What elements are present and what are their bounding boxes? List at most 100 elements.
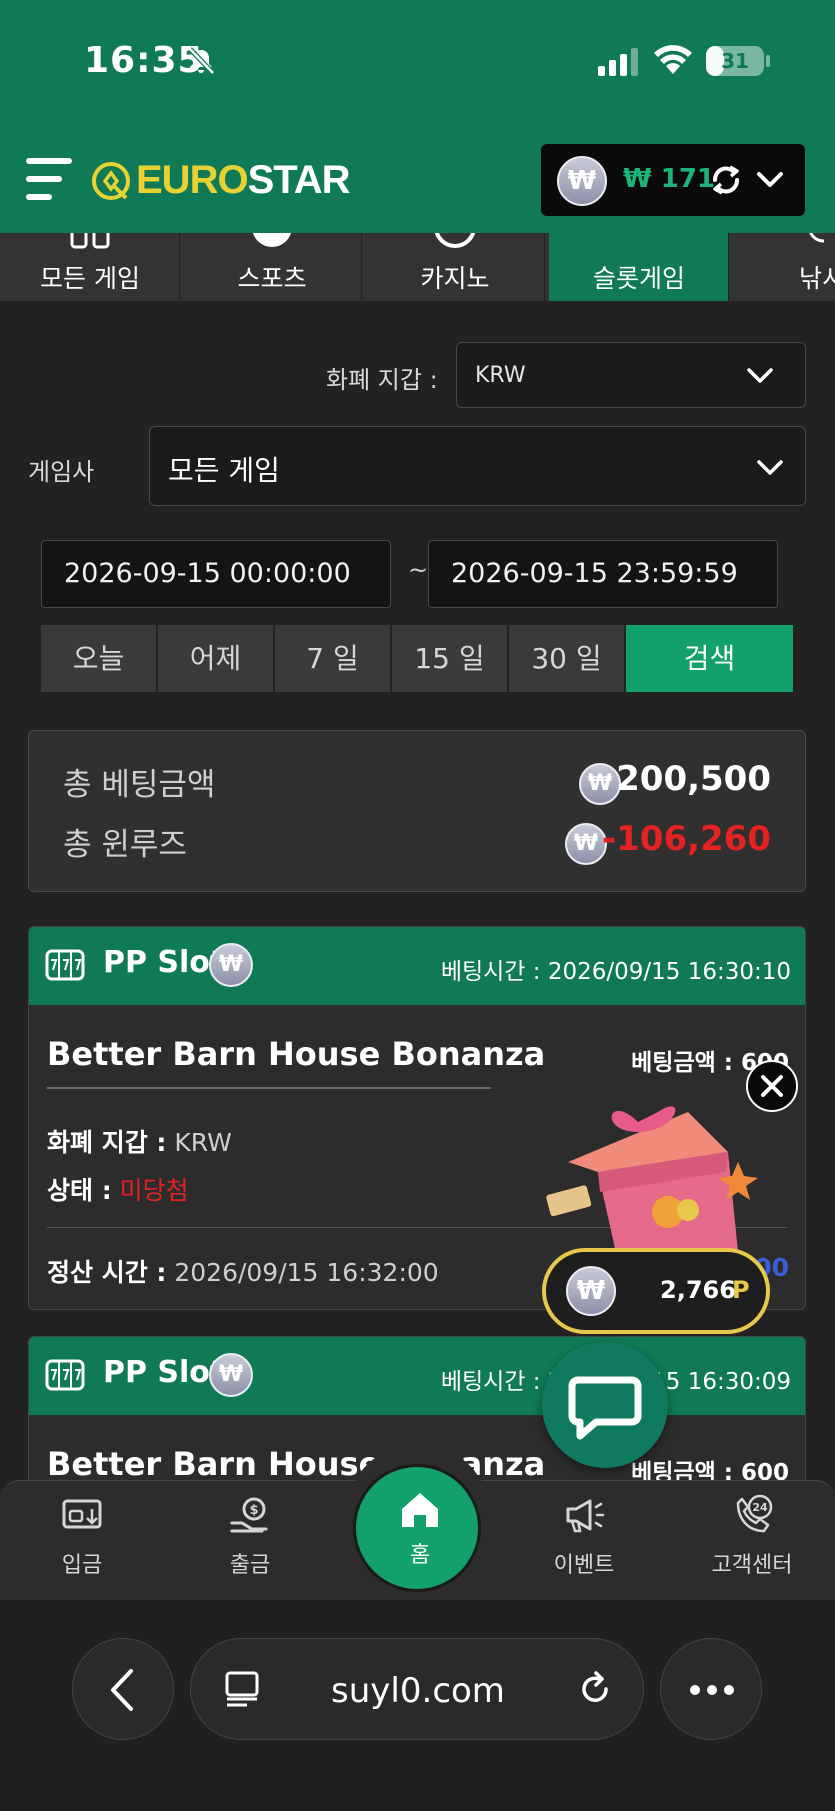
range-15days-button[interactable]: 15 일 <box>392 625 507 692</box>
wallet-amount: ₩ 171 <box>623 164 716 194</box>
tab-slots[interactable]: 슬롯게임 <box>549 233 729 301</box>
status-row: 상태 : 미당첨 <box>47 1171 189 1207</box>
tab-fishing[interactable]: 낚시 <box>732 233 835 301</box>
wallet-balance-button[interactable]: ₩ ₩ 171 <box>541 144 805 216</box>
total-winloss-value: -106,260 <box>602 819 771 859</box>
points-balance[interactable]: ₩ 2,766 P <box>542 1248 770 1334</box>
tab-label: 모든 게임 <box>40 264 140 293</box>
tab-label: 스포츠 <box>237 264 307 293</box>
logo-text-euro: EURO <box>136 158 249 202</box>
status-key: 상태 : <box>47 1176 112 1205</box>
browser-address-bar[interactable]: suyl0.com <box>190 1638 644 1740</box>
menu-line <box>26 158 72 164</box>
live-chat-button[interactable] <box>542 1342 668 1468</box>
menu-button[interactable] <box>26 156 74 202</box>
cellular-signal-icon <box>598 48 638 76</box>
range-7days-button[interactable]: 7 일 <box>275 625 390 692</box>
won-coin-icon: ₩ <box>566 1266 616 1316</box>
bet-card-header: PP Slot ₩ 베팅시간 : 2026/09/15 16:30:10 <box>29 927 805 1005</box>
search-button[interactable]: 검색 <box>626 625 793 692</box>
currency-wallet-value: KRW <box>475 363 526 388</box>
nav-event[interactable]: 이벤트 <box>514 1481 654 1601</box>
game-provider-value: 모든 게임 <box>168 454 280 487</box>
roulette-icon <box>434 233 475 248</box>
svg-text:$: $ <box>249 1503 258 1518</box>
withdraw-icon: $ <box>230 1497 268 1533</box>
slot-machine-icon <box>615 233 663 249</box>
battery-percent: 31 <box>721 49 749 73</box>
slot-777-icon <box>45 1359 85 1391</box>
range-today-button[interactable]: 오늘 <box>41 625 156 692</box>
menu-line <box>26 194 52 200</box>
bet-card-header: PP Slot ₩ 베팅시간 : 2026/09/15 16:30:09 <box>29 1337 805 1415</box>
wallet-row: 화폐 지갑 : KRW <box>47 1123 232 1159</box>
settle-value: 2026/09/15 16:32:00 <box>174 1258 439 1287</box>
close-promo-button[interactable] <box>746 1060 798 1112</box>
megaphone-icon <box>566 1499 605 1533</box>
nav-home[interactable]: 홈 <box>353 1464 481 1592</box>
nav-label: 고객센터 <box>711 1553 793 1578</box>
nav-label: 홈 <box>409 1543 431 1568</box>
bet-summary-panel: 총 베팅금액 ₩ 200,500 총 윈루즈 ₩ -106,260 <box>28 730 806 892</box>
support-badge: 24 <box>752 1501 768 1514</box>
nav-label: 입금 <box>61 1553 103 1578</box>
home-icon <box>402 1493 438 1527</box>
support-24h-icon: 24 <box>736 1494 773 1533</box>
ball-icon <box>252 233 291 247</box>
nav-support[interactable]: 24 고객센터 <box>682 1481 822 1601</box>
date-range-separator: ~ <box>408 556 429 584</box>
game-title: Better Barn House Bonanza <box>47 1035 546 1073</box>
browser-more-button[interactable] <box>660 1638 762 1740</box>
nav-withdraw[interactable]: $ 출금 <box>180 1481 320 1601</box>
total-bet-value: 200,500 <box>616 759 771 799</box>
settle-key: 정산 시간 : <box>47 1258 167 1287</box>
won-coin-icon: ₩ <box>209 1353 253 1397</box>
currency-wallet-label: 화폐 지갑 : <box>326 366 438 394</box>
eurostar-logo[interactable]: EUROSTAR <box>90 158 350 203</box>
slot-777-icon <box>45 949 85 981</box>
deposit-icon <box>62 1499 102 1529</box>
nav-label: 출금 <box>229 1553 271 1578</box>
range-30days-button[interactable]: 30 일 <box>509 625 624 692</box>
date-to-input[interactable]: 2026-09-15 23:59:59 <box>428 540 778 608</box>
total-winloss-label: 총 윈루즈 <box>63 827 187 863</box>
game-provider-label: 게임사 <box>28 458 95 486</box>
date-from-input[interactable]: 2026-09-15 00:00:00 <box>41 540 391 608</box>
tab-casino[interactable]: 카지노 <box>365 233 545 301</box>
game-provider-select[interactable]: 모든 게임 <box>149 426 806 506</box>
nav-deposit[interactable]: 입금 <box>12 1481 152 1601</box>
chevron-down-icon[interactable] <box>755 166 785 192</box>
tab-all-games[interactable]: 모든 게임 <box>0 233 180 301</box>
bet-provider: PP Slot <box>103 1355 225 1390</box>
tab-label: 낚시 <box>798 264 835 293</box>
range-yesterday-button[interactable]: 어제 <box>158 625 273 692</box>
divider <box>47 1087 491 1089</box>
reload-icon[interactable] <box>575 1669 615 1709</box>
battery-indicator: 31 <box>706 46 764 76</box>
total-bet-label: 총 베팅금액 <box>63 767 216 803</box>
won-coin-icon: ₩ <box>209 943 253 987</box>
points-unit: P <box>732 1276 750 1304</box>
fish-icon <box>808 233 824 243</box>
currency-wallet-select[interactable]: KRW <box>456 342 806 408</box>
chevron-down-icon <box>747 368 773 383</box>
chevron-down-icon <box>757 460 783 475</box>
wallet-value: KRW <box>174 1128 232 1157</box>
tab-sports[interactable]: 스포츠 <box>182 233 362 301</box>
browser-back-button[interactable] <box>72 1638 174 1740</box>
gift-box-promo[interactable] <box>538 1092 768 1262</box>
browser-toolbar: suyl0.com <box>0 1600 835 1811</box>
settle-row: 정산 시간 : 2026/09/15 16:32:00 <box>47 1253 439 1289</box>
won-coin-icon: ₩ <box>557 156 607 206</box>
grid-icon <box>70 233 109 249</box>
points-value: 2,766 <box>660 1276 736 1304</box>
chevron-left-icon <box>111 1669 133 1711</box>
logo-mark-icon <box>92 161 130 200</box>
won-coin-icon: ₩ <box>565 823 607 865</box>
chat-bubble-icon <box>568 1376 642 1440</box>
refresh-icon[interactable] <box>707 161 745 199</box>
close-icon <box>761 1075 783 1097</box>
logo-text-star: STAR <box>247 158 351 202</box>
tab-label: 슬롯게임 <box>592 264 685 293</box>
tab-label: 카지노 <box>420 264 490 293</box>
